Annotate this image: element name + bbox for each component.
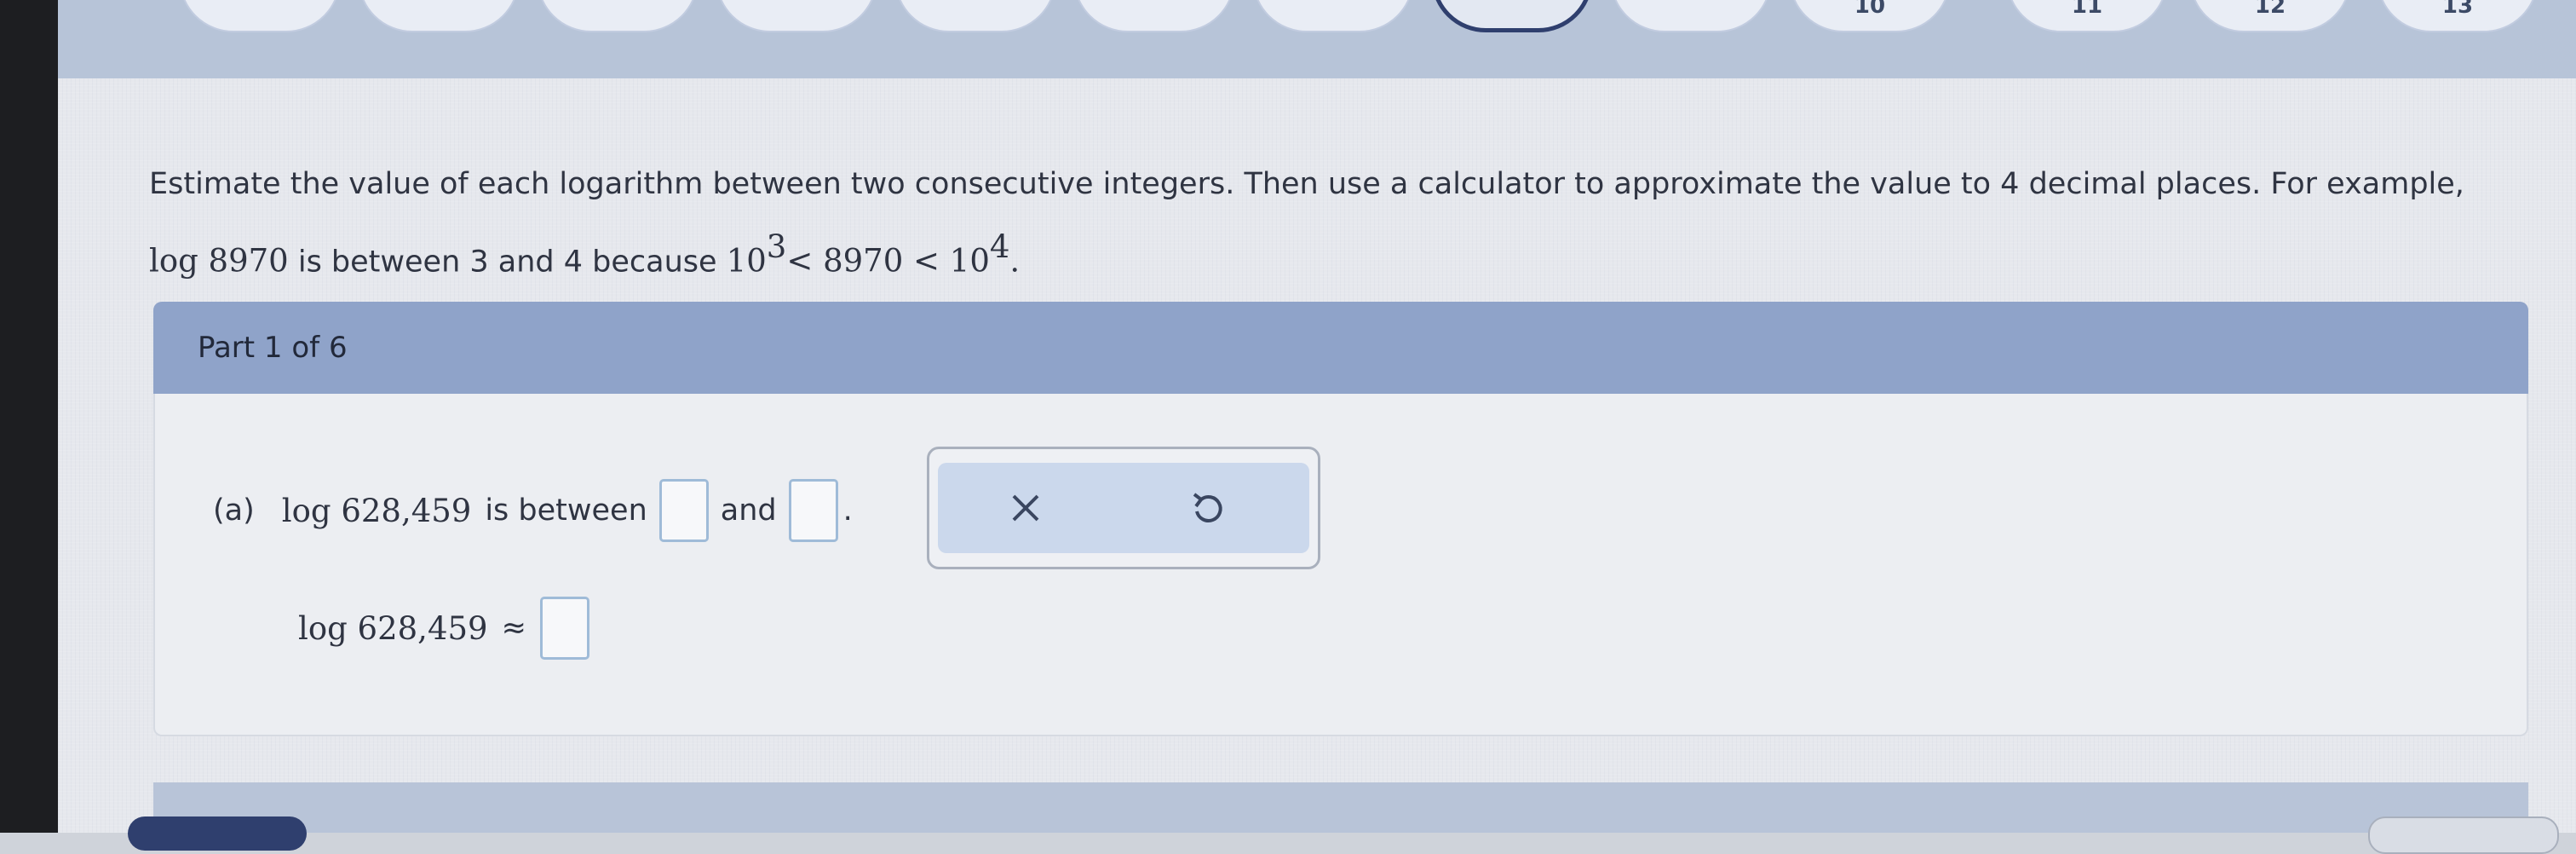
screen-bezel — [0, 0, 58, 833]
between-text: is between — [485, 493, 647, 528]
bottom-left-button[interactable] — [128, 816, 307, 851]
approx-symbol: ≈ — [501, 611, 526, 645]
part-header — [153, 302, 2528, 394]
log-expression: log 628,459 — [281, 492, 472, 529]
approximation-row: log 628,459 ≈ — [290, 597, 589, 660]
clear-button[interactable] — [979, 463, 1072, 553]
instructions-line-1: Estimate the value of each logarithm bet… — [149, 167, 2464, 201]
x-icon — [1012, 494, 1039, 522]
toolbox-panel — [938, 463, 1309, 553]
example-log: log 8970 — [149, 242, 289, 280]
upper-integer-input[interactable] — [788, 479, 838, 542]
question-a-row: (a) log 628,459 is between and . — [213, 479, 853, 542]
undo-button[interactable] — [1161, 463, 1255, 553]
and-text: and — [720, 493, 777, 528]
part-label: Part 1 of 6 — [198, 331, 348, 365]
power-base-2: 10 — [949, 242, 990, 280]
approx-log-expression: log 628,459 — [298, 609, 488, 647]
undo-icon — [1193, 493, 1222, 522]
lower-integer-input[interactable] — [658, 479, 709, 542]
period-text: . — [842, 493, 853, 528]
example-text: is between 3 and 4 because — [288, 245, 727, 280]
inequality-middle: < 8970 < — [786, 242, 950, 280]
bottom-right-button[interactable] — [2368, 816, 2559, 854]
power-exponent-1: 3 — [766, 228, 787, 265]
instructions-line-2: log 8970 is between 3 and 4 because 103<… — [149, 217, 2517, 296]
answer-toolbox — [927, 447, 1320, 569]
approx-value-input[interactable] — [539, 597, 589, 660]
power-base-1: 10 — [726, 242, 767, 280]
sentence-period: . — [1009, 242, 1021, 280]
question-letter: (a) — [213, 493, 255, 528]
question-instructions: Estimate the value of each logarithm bet… — [149, 152, 2517, 296]
power-exponent-2: 4 — [989, 228, 1010, 265]
bottom-toolbar — [153, 782, 2528, 833]
